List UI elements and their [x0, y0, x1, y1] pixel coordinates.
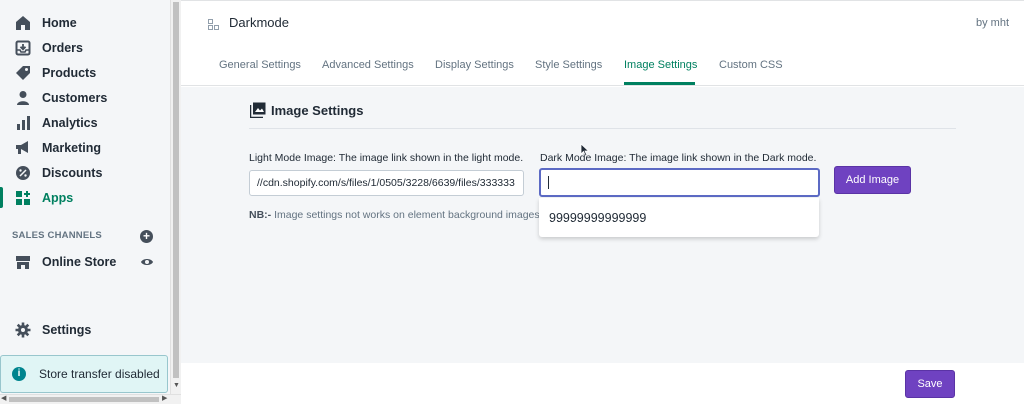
note-body: Image settings not works on element back…: [271, 209, 540, 221]
image-settings-panel: Image Settings Light Mode Image: The ima…: [181, 87, 1024, 363]
discount-icon: [15, 165, 31, 181]
autocomplete-suggestion[interactable]: 99999999999999: [539, 198, 819, 237]
sidebar-item-label: Apps: [42, 190, 74, 205]
tab-style-settings[interactable]: Style Settings: [535, 59, 602, 71]
text-caret: [548, 176, 549, 189]
megaphone-icon: [15, 140, 31, 156]
light-mode-image-value: //cdn.shopify.com/s/files/1/0505/3228/66…: [257, 177, 515, 189]
settings-tabs: General Settings Advanced Settings Displ…: [181, 42, 1024, 86]
sidebar-item-label: Analytics: [42, 115, 98, 130]
gear-icon: [15, 322, 31, 338]
orders-icon: [15, 40, 31, 56]
sidebar: Home Orders Products Customers Analytics: [0, 0, 170, 394]
sidebar-item-orders[interactable]: Orders: [0, 35, 170, 60]
home-icon: [15, 15, 31, 31]
apps-icon: [15, 190, 31, 206]
sidebar-item-settings[interactable]: Settings: [0, 317, 170, 342]
app-header: Darkmode by mht: [181, 0, 1024, 42]
sidebar-item-analytics[interactable]: Analytics: [0, 110, 170, 135]
dark-mode-image-input[interactable]: [539, 168, 820, 197]
scrollbar-thumb[interactable]: [173, 2, 179, 378]
store-transfer-text: Store transfer disabled: [39, 367, 160, 381]
app-icon: [208, 17, 219, 30]
scrollbar-thumb[interactable]: [9, 397, 159, 402]
image-icon: [249, 102, 266, 119]
tab-advanced-settings[interactable]: Advanced Settings: [322, 59, 414, 71]
light-mode-image-label: Light Mode Image: The image link shown i…: [249, 152, 524, 164]
sidebar-item-label: Customers: [42, 90, 108, 105]
divider: [249, 128, 956, 129]
sidebar-item-products[interactable]: Products: [0, 60, 170, 85]
tab-custom-css[interactable]: Custom CSS: [719, 59, 783, 71]
scroll-down-arrow-icon[interactable]: ▼: [173, 382, 180, 389]
sidebar-item-label: Online Store: [42, 254, 117, 269]
sidebar-item-label: Orders: [42, 40, 83, 55]
sidebar-item-discounts[interactable]: Discounts: [0, 160, 170, 185]
light-mode-image-input[interactable]: //cdn.shopify.com/s/files/1/0505/3228/66…: [249, 170, 524, 196]
bar-chart-icon: [15, 115, 31, 131]
footer-bar: Save: [181, 363, 1024, 404]
note-prefix: NB:-: [249, 209, 272, 221]
active-tab-indicator: [624, 82, 695, 85]
sidebar-item-apps[interactable]: Apps: [0, 185, 170, 210]
sidebar-item-customers[interactable]: Customers: [0, 85, 170, 110]
add-image-button[interactable]: Add Image: [834, 166, 911, 194]
scroll-right-arrow-icon[interactable]: ▶: [162, 394, 167, 402]
tab-display-settings[interactable]: Display Settings: [435, 59, 514, 71]
tag-icon: [15, 65, 31, 81]
note-text: NB:- Image settings not works on element…: [249, 209, 540, 221]
save-button[interactable]: Save: [905, 370, 955, 398]
app-title: Darkmode: [229, 15, 289, 30]
eye-icon[interactable]: [140, 255, 154, 269]
app-root: Home Orders Products Customers Analytics: [0, 0, 1024, 404]
sidebar-item-label: Products: [42, 65, 97, 80]
panel-title: Image Settings: [271, 102, 364, 118]
sidebar-item-home[interactable]: Home: [0, 10, 170, 35]
sales-channels-heading: SALES CHANNELS: [12, 230, 102, 241]
sidebar-item-label: Marketing: [42, 140, 102, 155]
tab-general-settings[interactable]: General Settings: [219, 59, 301, 71]
sidebar-item-label: Discounts: [42, 165, 103, 180]
tab-image-settings[interactable]: Image Settings: [624, 59, 697, 71]
store-icon: [15, 254, 31, 270]
store-transfer-banner: i Store transfer disabled: [0, 355, 168, 393]
suggestion-text: 99999999999999: [549, 210, 647, 225]
info-icon: i: [12, 367, 26, 381]
sidebar-item-label: Settings: [42, 322, 92, 337]
panel-header: Image Settings: [249, 102, 364, 119]
sidebar-item-label: Home: [42, 15, 77, 30]
sidebar-scrollbar[interactable]: ▼: [170, 0, 181, 394]
horizontal-scrollbar[interactable]: ◀ ▶: [0, 394, 181, 404]
scroll-left-arrow-icon[interactable]: ◀: [1, 394, 6, 402]
main-content: Darkmode by mht General Settings Advance…: [181, 0, 1024, 404]
app-author: by mht: [975, 17, 1009, 29]
add-channel-icon[interactable]: +: [140, 230, 153, 243]
person-icon: [15, 90, 31, 106]
sidebar-item-marketing[interactable]: Marketing: [0, 135, 170, 160]
mouse-cursor-icon: [580, 143, 590, 157]
